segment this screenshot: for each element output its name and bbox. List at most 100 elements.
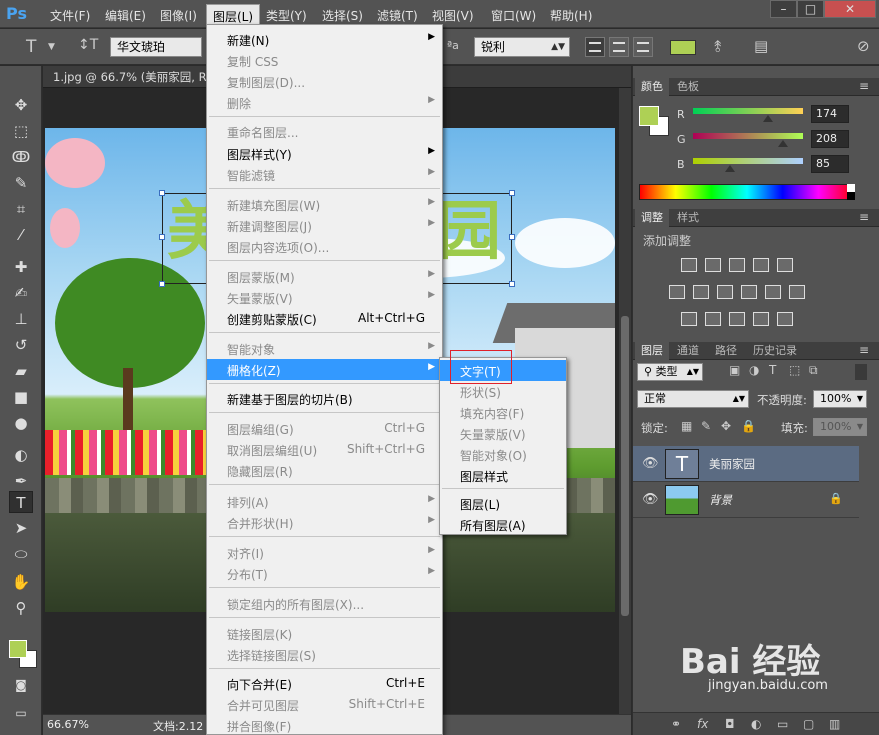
screen-mode-icon[interactable]: ▭ [9,702,33,724]
tab-swatches[interactable]: 色板 [671,78,705,96]
panel-menu-icon[interactable]: ≡ [859,343,869,357]
filter-smart-icon[interactable]: ⧉ [809,363,818,378]
align-left-button[interactable] [585,37,605,57]
curves-icon[interactable] [729,258,745,272]
quick-mask-icon[interactable]: ◙ [9,674,33,696]
stamp-tool-icon[interactable]: ⊥ [9,308,33,330]
red-slider-thumb[interactable] [763,115,774,122]
color-spectrum[interactable] [639,184,855,200]
text-orientation-icon[interactable]: ↕T [78,37,98,53]
healing-brush-icon[interactable]: ✚ [9,256,33,278]
vibrance-icon[interactable] [777,258,793,272]
lock-position-icon[interactable]: ✥ [721,419,731,433]
red-value[interactable]: 174 [811,105,849,123]
tab-history[interactable]: 历史记录 [747,342,803,360]
layer-row-background[interactable]: 👁 背景 🔒 [633,482,859,518]
close-button[interactable]: ✕ [824,0,876,18]
gradient-tool-icon[interactable]: ■ [9,386,33,408]
transform-handle[interactable] [509,234,515,240]
black-white-icon[interactable] [717,285,733,299]
minimize-button[interactable]: – [770,0,797,18]
quick-select-icon[interactable]: ✎ [9,172,33,194]
layer-name[interactable]: 背景 [709,492,732,508]
menu-item-rasterize[interactable]: 栅格化(Z) ▶ [207,359,442,380]
gradient-map-icon[interactable] [753,312,769,326]
mask-icon[interactable]: ◘ [725,717,735,731]
menu-edit[interactable]: 编辑(E) [105,7,146,24]
brush-tool-icon[interactable]: ✍ [9,282,33,304]
red-slider[interactable] [693,108,803,114]
spectrum-black-white[interactable] [847,184,855,200]
transform-handle[interactable] [509,190,515,196]
menu-item-new[interactable]: 新建(N) ▶ [207,29,442,50]
menu-window[interactable]: 窗口(W) [491,7,536,24]
lock-transparent-icon[interactable]: ▦ [681,419,692,433]
menu-help[interactable]: 帮助(H) [550,7,592,24]
filter-type-icon[interactable]: T [769,363,776,377]
blue-slider[interactable] [693,158,803,164]
crop-tool-icon[interactable]: ⌗ [9,198,33,220]
menu-file[interactable]: 文件(F) [50,7,90,24]
font-family-select[interactable]: 华文琥珀 [110,37,202,57]
zoom-tool-icon[interactable]: ⚲ [9,597,33,619]
selective-color-icon[interactable] [777,312,793,326]
menu-view[interactable]: 视图(V) [432,7,474,24]
tab-channels[interactable]: 通道 [671,342,705,360]
marquee-tool-icon[interactable]: ⬚ [9,120,33,142]
submenu-item-layer-style[interactable]: 图层样式 [440,465,566,486]
foreground-color[interactable] [9,640,27,658]
hand-tool-icon[interactable]: ✋ [9,571,33,593]
tab-adjustments[interactable]: 调整 [635,209,669,227]
layer-filter-select[interactable]: ⚲ 类型 ▲▼ [637,363,703,381]
brightness-icon[interactable] [681,258,697,272]
filter-toggle[interactable] [855,364,867,380]
eyedropper-icon[interactable]: ⁄ [9,224,33,246]
lock-all-icon[interactable]: 🔒 [741,419,756,433]
menu-image[interactable]: 图像(I) [160,7,197,24]
menu-item-merge-down[interactable]: 向下合并(E) Ctrl+E [207,673,442,694]
filter-shape-icon[interactable]: ⬚ [789,363,800,377]
photo-filter-icon[interactable] [741,285,757,299]
posterize-icon[interactable] [705,312,721,326]
vertical-scrollbar[interactable] [619,88,631,714]
trash-icon[interactable]: ▥ [829,717,840,731]
tab-paths[interactable]: 路径 [709,342,743,360]
layer-row-text[interactable]: 👁 T 美丽家园 [633,446,859,482]
zoom-level[interactable]: 66.67% [47,718,89,731]
green-value[interactable]: 208 [811,130,849,148]
ellipse-tool-icon[interactable]: ⬭ [9,543,33,565]
exposure-icon[interactable] [753,258,769,272]
text-color-swatch[interactable] [670,40,696,55]
transform-handle[interactable] [509,281,515,287]
folder-icon[interactable]: ▭ [777,717,788,731]
scrollbar-thumb[interactable] [621,316,629,616]
tab-layers[interactable]: 图层 [635,342,669,360]
text-tool-icon[interactable]: T [26,37,36,57]
link-icon[interactable]: ⚭ [671,717,681,731]
tab-styles[interactable]: 样式 [671,209,705,227]
color-balance-icon[interactable] [693,285,709,299]
menu-item-clipping-mask[interactable]: 创建剪贴蒙版(C) Alt+Ctrl+G [207,308,442,329]
maximize-button[interactable]: □ [797,0,824,18]
eraser-icon[interactable]: ▰ [9,360,33,382]
blue-slider-thumb[interactable] [724,165,735,172]
eye-icon[interactable]: 👁 [642,492,659,507]
hue-saturation-icon[interactable] [669,285,685,299]
type-tool-icon[interactable]: T [9,491,33,513]
opacity-field[interactable]: 100% ▼ [813,390,867,408]
filter-pixel-icon[interactable]: ▣ [729,363,740,377]
antialias-select[interactable]: 锐利 ▲▼ [474,37,570,57]
color-lookup-icon[interactable] [789,285,805,299]
panel-menu-icon[interactable]: ≡ [859,210,869,224]
blur-tool-icon[interactable]: ● [9,412,33,434]
transform-handle[interactable] [159,281,165,287]
color-foreground-swatch[interactable] [639,106,659,126]
lasso-tool-icon[interactable]: ↂ [9,146,33,168]
align-center-button[interactable] [609,37,629,57]
blue-value[interactable]: 85 [811,155,849,173]
path-select-icon[interactable]: ➤ [9,517,33,539]
tab-color[interactable]: 颜色 [635,78,669,96]
cancel-icon[interactable]: ⊘ [857,37,870,55]
warp-text-icon[interactable]: ⥉ [714,37,722,57]
dodge-tool-icon[interactable]: ◐ [9,444,33,466]
